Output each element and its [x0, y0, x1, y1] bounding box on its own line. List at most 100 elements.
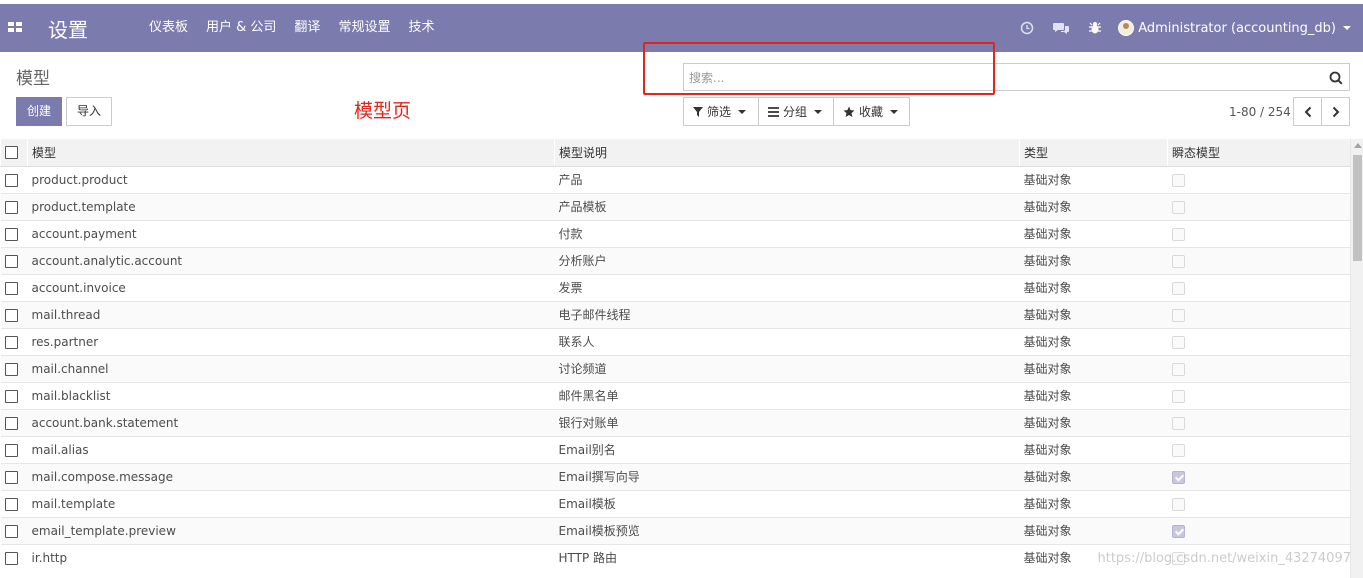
row-checkbox[interactable]	[4, 227, 18, 241]
table-row[interactable]: res.partner 联系人 基础对象	[0, 327, 1350, 355]
row-checkbox[interactable]	[4, 254, 18, 268]
cell-type[interactable]: 基础对象	[1019, 516, 1168, 544]
pager-next-button[interactable]	[1321, 97, 1350, 126]
cell-description[interactable]: 分析账户	[554, 246, 1020, 274]
menu-item-translations[interactable]: 翻译	[285, 4, 329, 52]
cell-model[interactable]: account.analytic.account	[27, 246, 555, 274]
row-checkbox[interactable]	[4, 308, 18, 322]
table-row[interactable]: mail.template Email模板 基础对象	[0, 489, 1350, 517]
cell-type[interactable]: 基础对象	[1019, 462, 1168, 490]
cell-model[interactable]: account.bank.statement	[27, 408, 555, 436]
cell-description[interactable]: 讨论频道	[554, 354, 1020, 382]
table-row[interactable]: mail.blacklist 邮件黑名单 基础对象	[0, 381, 1350, 409]
cell-description[interactable]: 产品模板	[554, 192, 1020, 220]
column-header-description[interactable]: 模型说明	[554, 139, 1020, 167]
column-header-model[interactable]: 模型	[27, 139, 555, 167]
user-menu[interactable]: Administrator (accounting_db)	[1112, 4, 1363, 52]
chat-icon[interactable]	[1044, 4, 1078, 52]
cell-description[interactable]: 邮件黑名单	[554, 381, 1020, 409]
import-button[interactable]: 导入	[66, 97, 112, 126]
table-row[interactable]: email_template.preview Email模板预览 基础对象	[0, 516, 1350, 544]
table-row[interactable]: account.bank.statement 银行对账单 基础对象	[0, 408, 1350, 436]
cell-model[interactable]: mail.template	[27, 489, 555, 517]
menu-item-technical[interactable]: 技术	[399, 4, 443, 52]
cell-model[interactable]: email_template.preview	[27, 516, 555, 544]
table-row[interactable]: account.invoice 发票 基础对象	[0, 273, 1350, 301]
pager-value[interactable]: 1-80 / 254	[1229, 105, 1291, 119]
cell-description[interactable]: Email模板预览	[554, 516, 1020, 544]
create-button[interactable]: 创建	[16, 97, 62, 126]
scroll-up-arrow-icon[interactable]	[1354, 143, 1362, 148]
cell-type[interactable]: 基础对象	[1019, 354, 1168, 382]
cell-description[interactable]: 付款	[554, 219, 1020, 247]
cell-description[interactable]: Email模板	[554, 489, 1020, 517]
row-checkbox[interactable]	[4, 389, 18, 403]
scroll-thumb[interactable]	[1353, 155, 1362, 261]
clock-icon[interactable]	[1010, 4, 1044, 52]
cell-model[interactable]: res.partner	[27, 327, 555, 355]
row-checkbox[interactable]	[4, 416, 18, 430]
cell-model[interactable]: ir.http	[27, 543, 555, 571]
filters-button[interactable]: 筛选	[683, 97, 759, 126]
table-row[interactable]: mail.compose.message Email撰写向导 基础对象	[0, 462, 1350, 490]
cell-description[interactable]: HTTP 路由	[554, 543, 1020, 571]
cell-type[interactable]: 基础对象	[1019, 408, 1168, 436]
cell-type[interactable]: 基础对象	[1019, 246, 1168, 274]
table-row[interactable]: product.template 产品模板 基础对象	[0, 192, 1350, 220]
table-row[interactable]: product.product 产品 基础对象	[0, 165, 1350, 193]
row-checkbox[interactable]	[4, 524, 18, 538]
cell-description[interactable]: 产品	[554, 165, 1020, 193]
table-row[interactable]: mail.thread 电子邮件线程 基础对象	[0, 300, 1350, 328]
row-checkbox[interactable]	[4, 281, 18, 295]
row-checkbox[interactable]	[4, 470, 18, 484]
cell-type[interactable]: 基础对象	[1019, 489, 1168, 517]
column-header-transient[interactable]: 瞬态模型	[1167, 139, 1350, 167]
bug-icon[interactable]	[1078, 4, 1112, 52]
cell-description[interactable]: 联系人	[554, 327, 1020, 355]
scrollbar[interactable]	[1350, 139, 1363, 578]
cell-type[interactable]: 基础对象	[1019, 327, 1168, 355]
cell-type[interactable]: 基础对象	[1019, 435, 1168, 463]
table-row[interactable]: account.analytic.account 分析账户 基础对象	[0, 246, 1350, 274]
row-checkbox[interactable]	[4, 173, 18, 187]
groupby-button[interactable]: 分组	[758, 97, 834, 126]
cell-description[interactable]: Email别名	[554, 435, 1020, 463]
search-icon[interactable]	[1329, 71, 1343, 85]
cell-type[interactable]: 基础对象	[1019, 381, 1168, 409]
cell-description[interactable]: 电子邮件线程	[554, 300, 1020, 328]
column-header-type[interactable]: 类型	[1019, 139, 1168, 167]
table-row[interactable]: mail.channel 讨论频道 基础对象	[0, 354, 1350, 382]
cell-type[interactable]: 基础对象	[1019, 165, 1168, 193]
row-checkbox[interactable]	[4, 200, 18, 214]
row-checkbox[interactable]	[4, 497, 18, 511]
cell-model[interactable]: account.invoice	[27, 273, 555, 301]
row-checkbox[interactable]	[4, 335, 18, 349]
cell-model[interactable]: mail.blacklist	[27, 381, 555, 409]
menu-item-users-companies[interactable]: 用户 & 公司	[197, 4, 285, 52]
cell-type[interactable]: 基础对象	[1019, 300, 1168, 328]
table-row[interactable]: account.payment 付款 基础对象	[0, 219, 1350, 247]
table-row[interactable]: mail.alias Email别名 基础对象	[0, 435, 1350, 463]
menu-item-general-settings[interactable]: 常规设置	[329, 4, 399, 52]
select-all-checkbox[interactable]	[5, 146, 18, 160]
menu-item-dashboard[interactable]: 仪表板	[140, 4, 197, 52]
pager-previous-button[interactable]	[1293, 97, 1322, 126]
row-checkbox[interactable]	[4, 551, 18, 565]
cell-model[interactable]: account.payment	[27, 219, 555, 247]
favorites-button[interactable]: 收藏	[833, 97, 910, 126]
cell-model[interactable]: mail.thread	[27, 300, 555, 328]
cell-model[interactable]: product.product	[27, 165, 555, 193]
cell-type[interactable]: 基础对象	[1019, 273, 1168, 301]
cell-description[interactable]: Email撰写向导	[554, 462, 1020, 490]
cell-description[interactable]: 发票	[554, 273, 1020, 301]
cell-model[interactable]: mail.channel	[27, 354, 555, 382]
row-checkbox[interactable]	[4, 443, 18, 457]
cell-model[interactable]: mail.compose.message	[27, 462, 555, 490]
cell-type[interactable]: 基础对象	[1019, 219, 1168, 247]
cell-model[interactable]: mail.alias	[27, 435, 555, 463]
cell-description[interactable]: 银行对账单	[554, 408, 1020, 436]
cell-type[interactable]: 基础对象	[1019, 192, 1168, 220]
row-checkbox[interactable]	[4, 362, 18, 376]
apps-menu-icon[interactable]	[8, 22, 24, 34]
cell-model[interactable]: product.template	[27, 192, 555, 220]
